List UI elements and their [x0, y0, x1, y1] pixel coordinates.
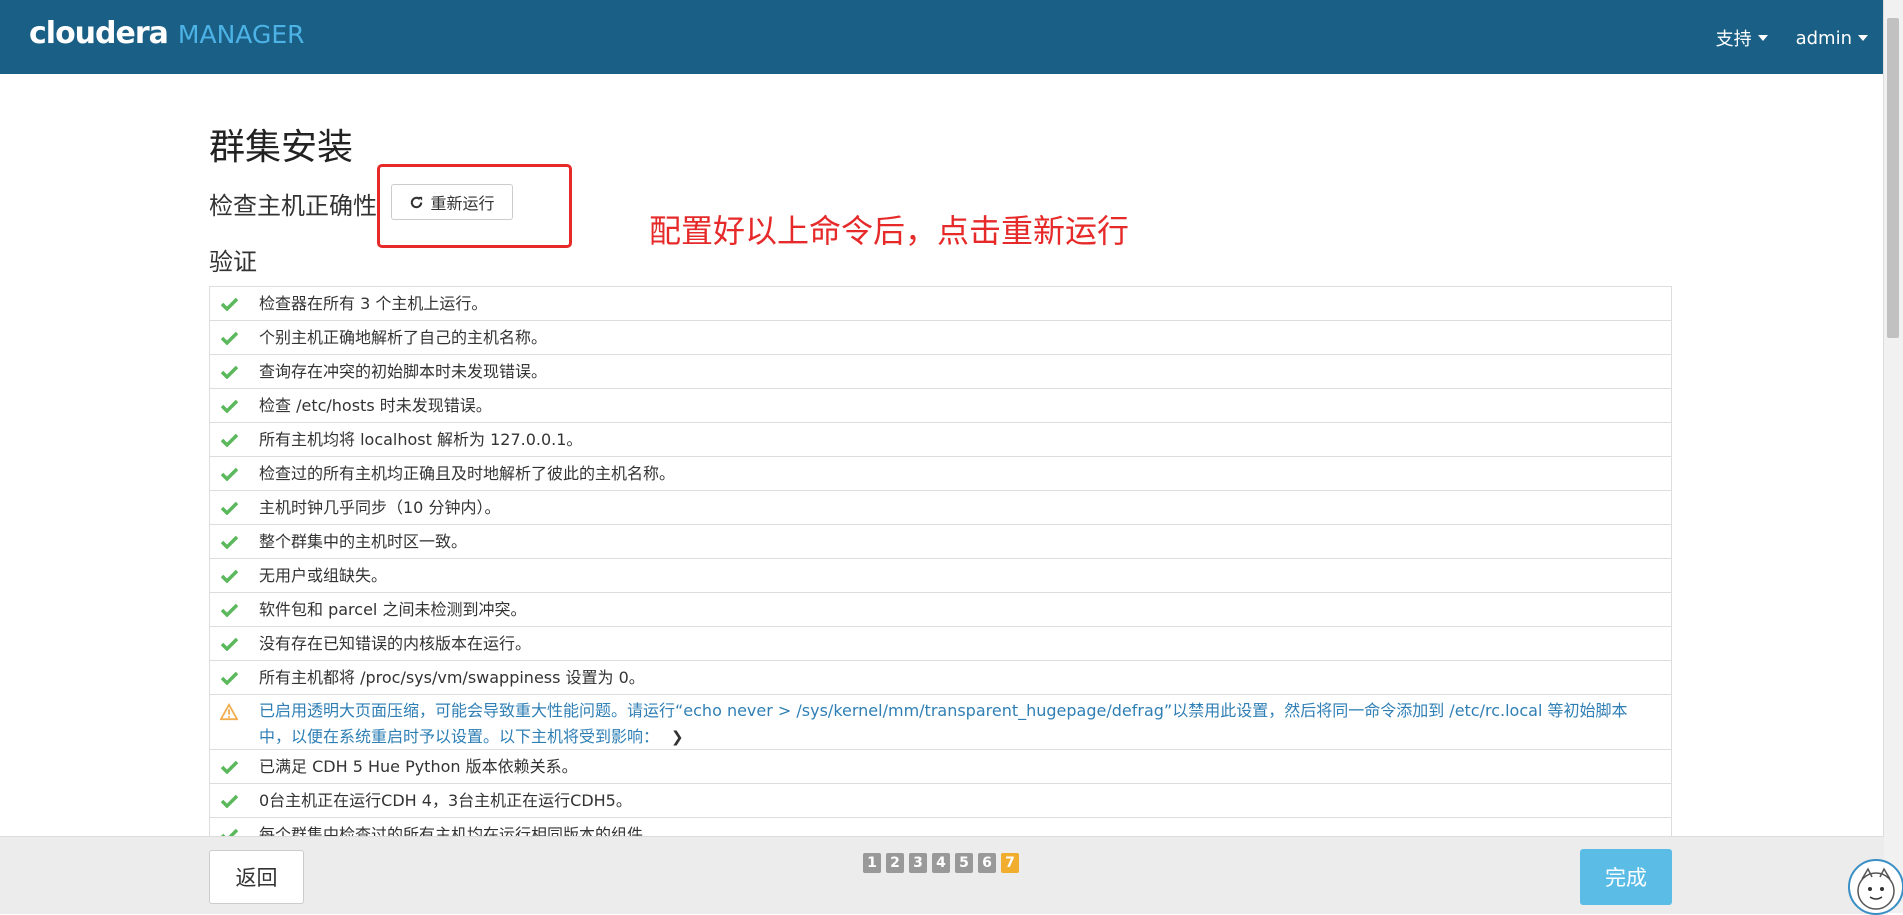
table-row: 没有存在已知错误的内核版本在运行。 [210, 627, 1671, 661]
back-button[interactable]: 返回 [209, 850, 304, 904]
warning-message: 已启用透明大页面压缩，可能会导致重大性能问题。请运行“echo never > … [259, 701, 1628, 746]
table-row: 个别主机正确地解析了自己的主机名称。 [210, 321, 1671, 355]
check-text: 所有主机均将 localhost 解析为 127.0.0.1。 [259, 429, 583, 449]
check-text: 个别主机正确地解析了自己的主机名称。 [259, 327, 548, 347]
annotation-highlight-box [377, 164, 572, 248]
check-text: 已满足 CDH 5 Hue Python 版本依赖关系。 [259, 756, 578, 776]
nav-user-label: admin [1795, 27, 1852, 49]
scrollbar-thumb[interactable] [1887, 18, 1899, 338]
chevron-right-icon[interactable]: ❯ [671, 724, 684, 750]
wizard-footer: 返回 1 2 3 4 5 6 7 完成 [0, 836, 1884, 914]
step-4[interactable]: 4 [932, 853, 950, 873]
table-row: 检查器在所有 3 个主机上运行。 [210, 287, 1671, 321]
wizard-steps: 1 2 3 4 5 6 7 [863, 853, 1019, 873]
check-text: 查询存在冲突的初始脚本时未发现错误。 [259, 361, 548, 381]
checkmark-icon [220, 499, 238, 517]
host-inspector-heading: 检查主机正确性 [209, 192, 377, 220]
step-2[interactable]: 2 [886, 853, 904, 873]
step-1[interactable]: 1 [863, 853, 881, 873]
checkmark-icon [220, 601, 238, 619]
cartoon-face-icon [1857, 867, 1895, 910]
step-6[interactable]: 6 [978, 853, 996, 873]
validation-table: 检查器在所有 3 个主机上运行。 个别主机正确地解析了自己的主机名称。 查询存在… [209, 286, 1672, 836]
check-text: 0台主机正在运行CDH 4，3台主机正在运行CDH5。 [259, 790, 632, 810]
caret-down-icon [1757, 35, 1768, 41]
checkmark-icon [220, 826, 238, 836]
page-title: 群集安装 [209, 127, 354, 168]
table-row: 查询存在冲突的初始脚本时未发现错误。 [210, 355, 1671, 389]
checkmark-icon [220, 465, 238, 483]
checkmark-icon [220, 431, 238, 449]
check-text: 所有主机都将 /proc/sys/vm/swappiness 设置为 0。 [259, 667, 645, 687]
check-text: 软件包和 parcel 之间未检测到冲突。 [259, 599, 527, 619]
checkmark-icon [220, 363, 238, 381]
table-row: 已满足 CDH 5 Hue Python 版本依赖关系。 [210, 750, 1671, 784]
caret-down-icon [1858, 35, 1868, 41]
warning-icon [220, 703, 238, 721]
check-text: 主机时钟几乎同步（10 分钟内）。 [259, 497, 501, 517]
check-text: 检查 /etc/hosts 时未发现错误。 [259, 395, 492, 415]
table-row: 软件包和 parcel 之间未检测到冲突。 [210, 593, 1671, 627]
step-7-active[interactable]: 7 [1001, 853, 1019, 873]
checkmark-icon [220, 635, 238, 653]
check-text: 每个群集中检查过的所有主机均在运行相同版本的组件。 [259, 824, 660, 837]
logo-brand: cloudera [29, 16, 169, 51]
warning-text: 已启用透明大页面压缩，可能会导致重大性能问题。请运行“echo never > … [259, 698, 1651, 750]
table-row: 0台主机正在运行CDH 4，3台主机正在运行CDH5。 [210, 784, 1671, 818]
table-row: 所有主机均将 localhost 解析为 127.0.0.1。 [210, 423, 1671, 457]
table-row: 主机时钟几乎同步（10 分钟内）。 [210, 491, 1671, 525]
page-scrollbar[interactable] [1883, 0, 1903, 913]
table-row: 检查 /etc/hosts 时未发现错误。 [210, 389, 1671, 423]
check-text: 检查器在所有 3 个主机上运行。 [259, 293, 488, 313]
table-row: 检查过的所有主机均正确且及时地解析了彼此的主机名称。 [210, 457, 1671, 491]
check-text: 无用户或组缺失。 [259, 565, 388, 585]
table-row-warning: 已启用透明大页面压缩，可能会导致重大性能问题。请运行“echo never > … [210, 695, 1671, 750]
checkmark-icon [220, 669, 238, 687]
nav-support-menu[interactable]: 支持 [1716, 25, 1768, 51]
table-row: 无用户或组缺失。 [210, 559, 1671, 593]
checkmark-icon [220, 329, 238, 347]
validation-heading: 验证 [209, 248, 257, 276]
check-text: 检查过的所有主机均正确且及时地解析了彼此的主机名称。 [259, 463, 676, 483]
checkmark-icon [220, 792, 238, 810]
avatar[interactable] [1848, 859, 1903, 915]
nav-right: 支持 admin [1716, 25, 1868, 51]
checkmark-icon [220, 295, 238, 313]
annotation-text: 配置好以上命令后，点击重新运行 [649, 212, 1130, 250]
step-3[interactable]: 3 [909, 853, 927, 873]
table-row: 每个群集中检查过的所有主机均在运行相同版本的组件。 [210, 818, 1671, 836]
top-navbar: cloudera MANAGER 支持 admin [0, 0, 1884, 74]
check-text: 没有存在已知错误的内核版本在运行。 [259, 633, 532, 653]
finish-button[interactable]: 完成 [1580, 849, 1672, 905]
step-5[interactable]: 5 [955, 853, 973, 873]
logo-product: MANAGER [177, 20, 305, 49]
check-text: 整个群集中的主机时区一致。 [259, 531, 468, 551]
nav-support-label: 支持 [1715, 29, 1752, 50]
nav-user-menu[interactable]: admin [1796, 25, 1868, 51]
checkmark-icon [220, 533, 238, 551]
cloudera-manager-logo[interactable]: cloudera MANAGER [29, 16, 304, 51]
checkmark-icon [220, 567, 238, 585]
table-row: 所有主机都将 /proc/sys/vm/swappiness 设置为 0。 [210, 661, 1671, 695]
checkmark-icon [220, 758, 238, 776]
checkmark-icon [220, 397, 238, 415]
table-row: 整个群集中的主机时区一致。 [210, 525, 1671, 559]
